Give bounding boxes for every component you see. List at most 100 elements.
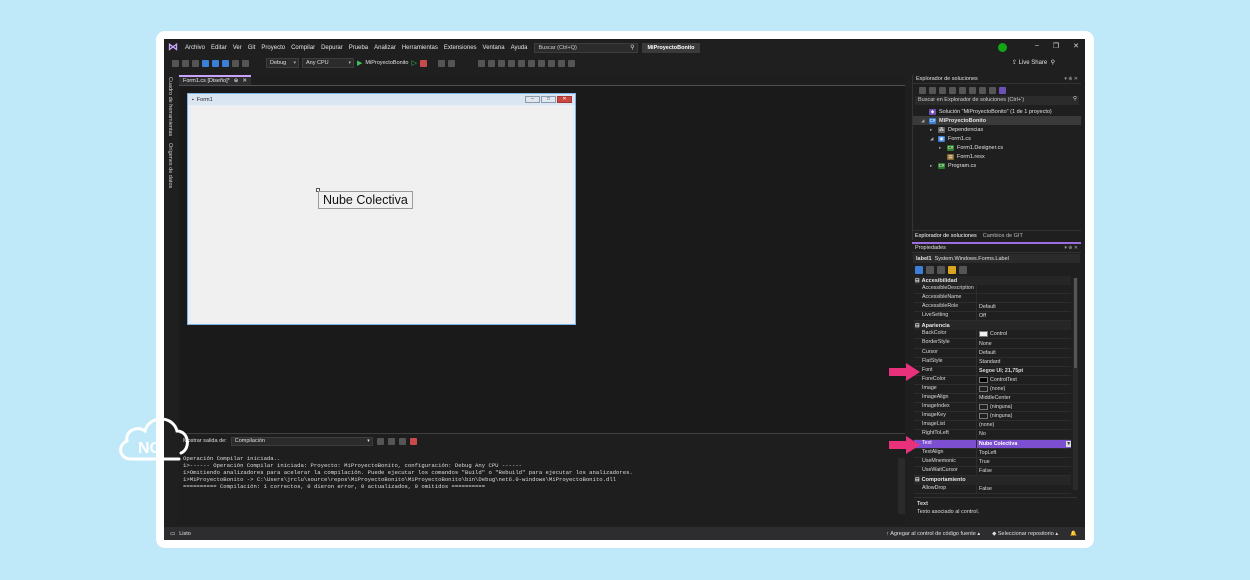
property-value[interactable]: True — [977, 458, 1071, 466]
same-size-icon[interactable] — [527, 59, 535, 67]
collapse-icon[interactable] — [969, 86, 976, 94]
property-row-cursor[interactable]: Cursor Default — [914, 348, 1071, 358]
stop-icon[interactable] — [409, 437, 417, 445]
align-left-icon[interactable] — [477, 59, 485, 67]
expand-arrow-icon[interactable]: ◢ — [930, 136, 935, 142]
categorized-icon[interactable] — [915, 265, 923, 274]
collapse-category-icon[interactable]: ⊟ — [915, 323, 920, 329]
grid-icon[interactable] — [537, 59, 545, 67]
menu-item-proyecto[interactable]: Proyecto — [258, 45, 288, 51]
property-value[interactable]: Default — [977, 349, 1071, 357]
property-row-textalign[interactable]: TextAlign TopLeft — [914, 448, 1071, 458]
menu-item-archivo[interactable]: Archivo — [182, 45, 208, 51]
property-scroll-thumb[interactable] — [1074, 278, 1077, 368]
align-right-icon[interactable] — [497, 59, 505, 67]
tab-git-changes[interactable]: Cambios de GIT — [983, 233, 1023, 239]
object-selector[interactable]: label1 System.Windows.Forms.Label — [913, 254, 1080, 263]
events-icon[interactable] — [948, 265, 956, 274]
redo-icon[interactable] — [242, 59, 249, 67]
bring-front-icon[interactable] — [567, 59, 575, 67]
back-icon[interactable] — [172, 59, 179, 67]
tree-item[interactable]: ▤ Form1.resx — [913, 152, 1081, 161]
property-row-accessiblerole[interactable]: AccessibleRole Default — [914, 303, 1071, 313]
align-top-icon[interactable] — [507, 59, 515, 67]
center-icon[interactable] — [557, 59, 565, 67]
align-center-icon[interactable] — [487, 59, 495, 67]
tree-item[interactable]: ▸ ⁂ Dependencias — [913, 125, 1081, 134]
menu-item-ver[interactable]: Ver — [230, 45, 245, 51]
property-row-font[interactable]: Font Segoe UI; 21,75pt — [914, 366, 1071, 376]
expand-arrow-icon[interactable]: ▸ — [930, 127, 935, 133]
property-value[interactable] — [977, 294, 1071, 302]
property-row-accessibledescription[interactable]: AccessibleDescription — [914, 285, 1071, 295]
property-row-imageindex[interactable]: ImageIndex (ninguna) — [914, 403, 1071, 413]
sync-icon[interactable] — [949, 86, 956, 94]
form-close-icon[interactable]: ✕ — [557, 96, 572, 103]
history-icon[interactable] — [959, 86, 966, 94]
form1-window[interactable]: ▪ Form1 – □ ✕ Nube Colectiva — [187, 93, 576, 325]
property-row-usemnemonic[interactable]: UseMnemonic True — [914, 457, 1071, 467]
layout-icon[interactable] — [437, 59, 445, 67]
open-icon[interactable] — [202, 59, 209, 67]
notifications-icon[interactable]: 🔔 — [1070, 531, 1077, 537]
property-row-backcolor[interactable]: BackColor Control — [914, 330, 1071, 340]
close-icon[interactable]: ✕ — [1073, 42, 1079, 50]
save-icon[interactable] — [212, 59, 219, 67]
source-control-button[interactable]: ↑ Agregar al control de código fuente ▴ — [886, 531, 980, 537]
find-message-icon[interactable] — [376, 437, 384, 445]
form-maximize-icon[interactable]: □ — [541, 96, 556, 103]
property-value[interactable]: (none) — [977, 421, 1071, 429]
forward-icon[interactable] — [182, 59, 189, 67]
property-value[interactable]: No — [977, 430, 1071, 438]
tree-item[interactable]: ◢ C# MiProyectoBonito — [913, 116, 1081, 125]
menu-item-git[interactable]: Git — [245, 45, 259, 51]
tree-item[interactable]: ◢ ▣ Form1.cs — [913, 134, 1081, 143]
clear-all-icon[interactable] — [387, 437, 395, 445]
property-row-imagekey[interactable]: ImageKey (ninguna) — [914, 412, 1071, 422]
property-value[interactable]: (ninguna) — [977, 403, 1071, 411]
collapse-category-icon[interactable]: ⊟ — [915, 278, 920, 284]
tab-form1-design[interactable]: Form1.cs [Diseño]* ⊕ ✕ — [179, 75, 251, 85]
select-repo-button[interactable]: ◆ Seleccionar repositorio ▴ — [992, 531, 1058, 537]
menu-item-prueba[interactable]: Prueba — [346, 45, 371, 51]
property-row-imagelist[interactable]: ImageList (none) — [914, 421, 1071, 431]
tree-item[interactable]: ▸ C# Form1.Designer.cs — [913, 143, 1081, 152]
menu-item-compilar[interactable]: Compilar — [288, 45, 318, 51]
restore-icon[interactable]: ❐ — [1053, 42, 1059, 50]
property-value[interactable]: Off — [977, 312, 1071, 320]
property-value[interactable]: None — [977, 339, 1071, 347]
menu-item-extensiones[interactable]: Extensiones — [441, 45, 480, 51]
menu-item-ventana[interactable]: Ventana — [480, 45, 508, 51]
preview-icon[interactable] — [999, 86, 1006, 94]
run-icon[interactable]: ▶ — [357, 59, 362, 67]
property-row-forecolor[interactable]: ForeColor ControlText — [914, 375, 1071, 385]
property-row-imagealign[interactable]: ImageAlign MiddleCenter — [914, 394, 1071, 404]
run-target-label[interactable]: MiProyectoBonito — [365, 60, 408, 66]
show-all-icon[interactable] — [979, 86, 986, 94]
property-value[interactable]: False — [977, 467, 1071, 475]
format-icon[interactable] — [447, 59, 455, 67]
property-value[interactable]: Default — [977, 303, 1071, 311]
property-row-borderstyle[interactable]: BorderStyle None — [914, 339, 1071, 349]
form-client-area[interactable]: Nube Colectiva — [191, 106, 572, 323]
align-middle-icon[interactable] — [517, 59, 525, 67]
property-value[interactable]: False — [977, 485, 1071, 493]
tab-close-icon[interactable]: ✕ — [242, 78, 247, 84]
property-row-livesetting[interactable]: LiveSetting Off — [914, 312, 1071, 322]
tree-item[interactable]: ◆ Solución "MiProyectoBonito" (1 de 1 pro… — [913, 107, 1081, 116]
property-row-allowdrop[interactable]: AllowDrop False — [914, 484, 1071, 494]
property-row-usewaitcursor[interactable]: UseWaitCursor False — [914, 466, 1071, 476]
property-row-righttoleft[interactable]: RightToLeft No — [914, 430, 1071, 440]
property-row-accessiblename[interactable]: AccessibleName — [914, 294, 1071, 304]
property-row-flatstyle[interactable]: FlatStyle Standard — [914, 357, 1071, 367]
spacing-icon[interactable] — [547, 59, 555, 67]
property-category[interactable]: ⊟ Accesibilidad — [914, 276, 1071, 285]
properties-icon[interactable] — [989, 86, 996, 94]
property-value[interactable]: ControlText — [977, 376, 1071, 384]
undo-icon[interactable] — [232, 59, 239, 67]
menu-item-analizar[interactable]: Analizar — [371, 45, 399, 51]
tree-item[interactable]: ▸ C# Program.cs — [913, 161, 1081, 170]
output-scrollbar[interactable] — [898, 458, 905, 514]
property-value[interactable]: MiddleCenter — [977, 394, 1071, 402]
properties-pin-icon[interactable]: ▾ ⊕ ✕ — [1064, 245, 1078, 251]
